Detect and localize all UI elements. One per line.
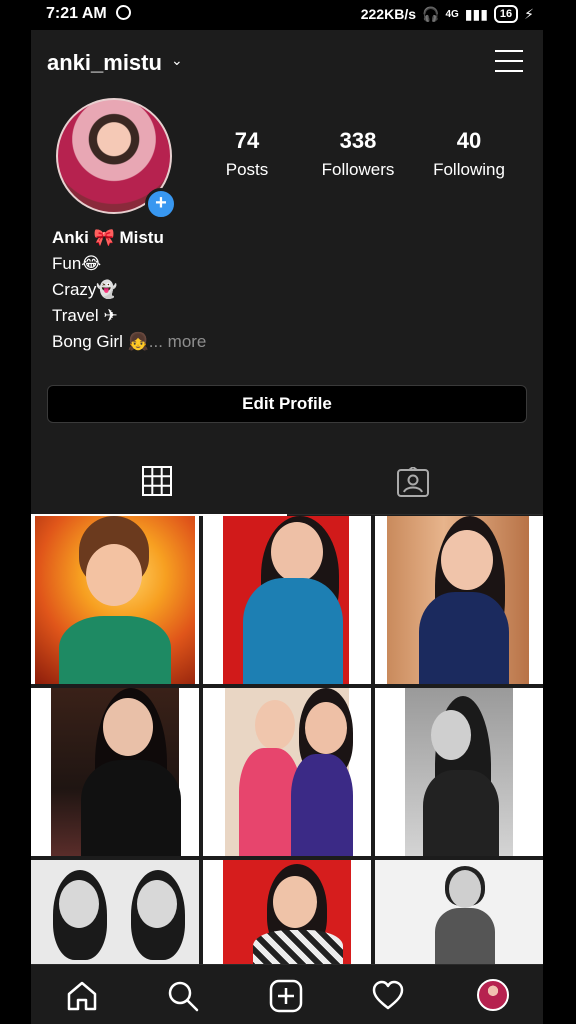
- menu-icon[interactable]: [495, 50, 523, 72]
- chevron-down-icon[interactable]: ⌄: [171, 52, 183, 69]
- bio: Anki 🎀 Mistu Fun😂 Crazy👻 Travel ✈ Bong G…: [52, 225, 452, 355]
- status-right: 222KB/s 🎧 4G ▮▮▮ 16 ⚡: [361, 5, 534, 23]
- network-speed: 222KB/s: [360, 6, 416, 22]
- grid-icon: [142, 466, 172, 496]
- post-thumbnail-6[interactable]: [375, 688, 543, 856]
- stat-followers[interactable]: 338 Followers: [303, 128, 413, 180]
- whatsapp-notification-icon: [116, 5, 131, 20]
- following-count: 40: [456, 128, 482, 153]
- stat-following[interactable]: 40 Following: [414, 128, 524, 180]
- network-type: 4G: [445, 8, 459, 20]
- bio-line: Crazy👻: [52, 280, 118, 299]
- bio-line-last: Bong Girl 👧... more: [52, 329, 452, 355]
- posts-count: 74: [234, 128, 260, 153]
- stat-posts[interactable]: 74 Posts: [192, 128, 302, 180]
- edit-profile-button[interactable]: Edit Profile: [47, 385, 527, 423]
- following-label: Following: [433, 160, 505, 179]
- add-story-plus-icon[interactable]: +: [145, 188, 177, 220]
- search-icon[interactable]: [166, 979, 200, 1013]
- activity-heart-icon[interactable]: [371, 979, 405, 1013]
- tab-tagged[interactable]: [287, 448, 543, 514]
- battery-icon: 16: [493, 5, 519, 23]
- post-thumbnail-7[interactable]: [31, 860, 199, 964]
- profile-display-name: Anki 🎀 Mistu: [52, 228, 164, 247]
- headphones-icon: 🎧: [422, 5, 440, 22]
- posts-label: Posts: [225, 160, 269, 179]
- tab-grid[interactable]: [31, 448, 287, 516]
- followers-label: Followers: [321, 160, 395, 179]
- post-thumbnail-4[interactable]: [31, 688, 199, 856]
- bottom-navigation: [31, 964, 543, 1024]
- bio-line: Fun😂: [52, 254, 102, 273]
- status-time: 7:21 AM: [46, 5, 107, 22]
- post-thumbnail-8[interactable]: [203, 860, 371, 964]
- post-thumbnail-5[interactable]: [203, 688, 371, 856]
- post-thumbnail-2[interactable]: [203, 516, 371, 684]
- status-bar: 7:21 AM 222KB/s 🎧 4G ▮▮▮ 16 ⚡: [0, 0, 576, 30]
- post-thumbnail-9[interactable]: [375, 860, 543, 964]
- bio-line: Travel ✈: [52, 306, 118, 325]
- charging-icon: ⚡: [524, 5, 534, 22]
- account-username[interactable]: anki_mistu: [47, 50, 162, 76]
- battery-level: 16: [499, 8, 513, 20]
- bio-line: Bong Girl 👧: [52, 332, 149, 351]
- profile-picture[interactable]: +: [56, 98, 177, 220]
- tagged-person-icon: [397, 467, 429, 497]
- signal-icon: ▮▮▮: [464, 5, 488, 22]
- followers-count: 338: [339, 128, 377, 153]
- post-thumbnail-3[interactable]: [375, 516, 543, 684]
- post-thumbnail-1[interactable]: [31, 516, 199, 684]
- bio-more-link[interactable]: ... more: [149, 332, 207, 351]
- photo-grid: [31, 516, 543, 964]
- top-bar: anki_mistu ⌄: [31, 30, 543, 92]
- profile-tabs: [31, 448, 543, 516]
- new-post-icon[interactable]: [269, 979, 303, 1013]
- profile-avatar[interactable]: [477, 979, 511, 1013]
- home-icon[interactable]: [65, 979, 99, 1013]
- profile-screen: anki_mistu ⌄ + 74 Posts 338 Followers 40…: [31, 30, 543, 1024]
- nav-avatar-image: [477, 979, 509, 1011]
